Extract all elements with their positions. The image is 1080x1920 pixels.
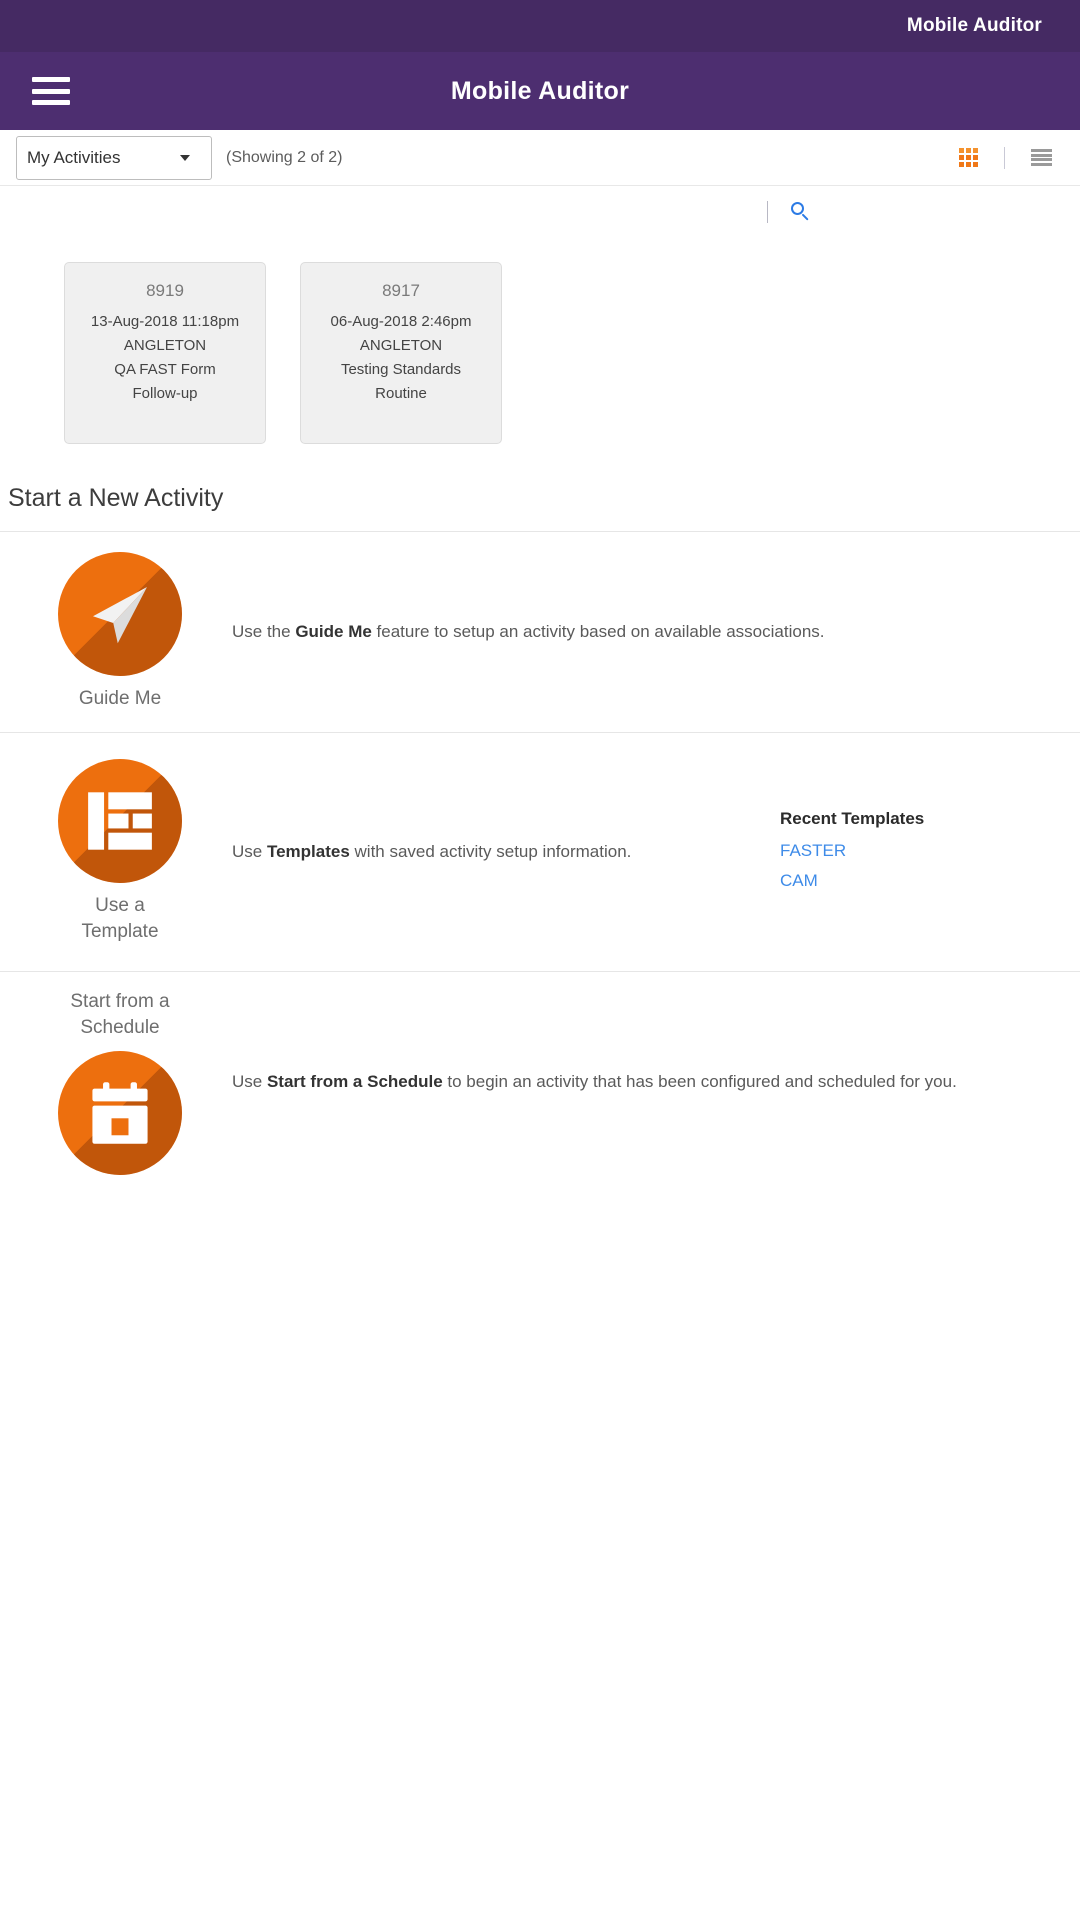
activity-filter-select[interactable]: My Activities [16,135,212,180]
activity-card-list: 8919 13-Aug-2018 11:18pm ANGLETON QA FAS… [0,238,1080,448]
template-layout-glyph [88,792,152,850]
start-from-schedule-label: Start from a Schedule [70,989,169,1041]
guide-me-button[interactable]: Guide Me [20,552,220,712]
desc-text-pre: Use [232,842,267,861]
activity-location: ANGLETON [359,337,443,354]
guide-me-label: Guide Me [78,688,162,709]
activity-card[interactable]: 8919 13-Aug-2018 11:18pm ANGLETON QA FAS… [64,262,266,444]
desc-text-bold: Guide Me [295,622,372,641]
recent-template-link[interactable]: FASTER [780,836,1060,866]
page-title: Mobile Auditor [450,76,630,105]
recent-templates-title: Recent Templates [780,808,925,828]
search-toolbar [0,186,1080,238]
desc-text-pre: Use [232,1072,267,1091]
hamburger-menu-icon[interactable] [32,77,70,105]
use-template-label-line1: Use a [95,895,145,916]
desc-text-bold: Templates [266,842,350,861]
desc-text-pre: Use the [232,622,296,641]
activity-type: Routine [375,385,427,402]
section-title-new-activity: Start a New Activity [8,484,224,512]
brand-status-bar: Mobile Auditor [0,0,1080,52]
hamburger-bar [32,77,70,82]
activity-form: Testing Standards [340,361,462,378]
hamburger-bar [32,100,70,105]
desc-text-bold: Start from a Schedule [266,1072,443,1091]
schedule-label-line2: Schedule [80,1017,160,1038]
start-from-schedule-description: Use Start from a Schedule to begin an ac… [220,1069,1060,1095]
action-row-use-template[interactable]: Use a Template Use Templates with saved … [0,733,1080,971]
desc-text-post: to begin an activity that has been confi… [442,1072,957,1091]
app-header: Mobile Auditor [0,52,1080,130]
activity-card[interactable]: 8917 06-Aug-2018 2:46pm ANGLETON Testing… [300,262,502,444]
search-icon[interactable] [790,201,812,223]
use-template-label: Use a Template [81,893,158,945]
use-template-button[interactable]: Use a Template [20,759,220,945]
hamburger-bar [32,88,70,94]
action-row-guide-me[interactable]: Guide Me Use the Guide Me feature to set… [0,532,1080,732]
action-row-start-from-schedule[interactable]: Start from a Schedule Use Start from a S… [0,972,1080,1192]
paper-plane-icon [58,552,182,676]
template-layout-icon [58,759,182,883]
guide-me-description: Use the Guide Me feature to setup an act… [220,619,1060,645]
use-template-label-line2: Template [81,921,159,942]
activity-filter-wrap: My Activities [16,135,212,180]
activity-location: ANGLETON [123,337,207,354]
search-divider [767,201,768,223]
use-template-description: Use Templates with saved activity setup … [220,839,770,865]
activity-datetime: 13-Aug-2018 11:18pm [90,313,240,330]
desc-text-post: with saved activity setup information. [349,842,632,861]
start-from-schedule-button[interactable]: Start from a Schedule [20,989,220,1175]
brand-title: Mobile Auditor [906,15,1042,36]
activity-id: 8919 [146,281,184,300]
activity-type: Follow-up [132,385,198,402]
calendar-glyph [92,1082,148,1144]
list-view-icon[interactable] [1031,149,1052,166]
view-toggle-group [959,146,1052,169]
toolbar-divider [1004,146,1005,169]
activity-datetime: 06-Aug-2018 2:46pm [330,313,472,330]
recent-templates-panel: Recent Templates FASTER CAM [770,809,1060,896]
activity-id: 8917 [382,281,420,300]
recent-template-link[interactable]: CAM [780,866,1060,896]
activity-form: QA FAST Form [114,361,216,378]
schedule-label-line1: Start from a [70,991,170,1012]
grid-view-icon[interactable] [959,148,978,167]
paper-plane-glyph [93,587,147,644]
showing-count-label: (Showing 2 of 2) [226,148,343,166]
filter-toolbar: My Activities (Showing 2 of 2) [0,130,1080,186]
calendar-icon [58,1051,182,1175]
desc-text-post: feature to setup an activity based on av… [371,622,825,641]
